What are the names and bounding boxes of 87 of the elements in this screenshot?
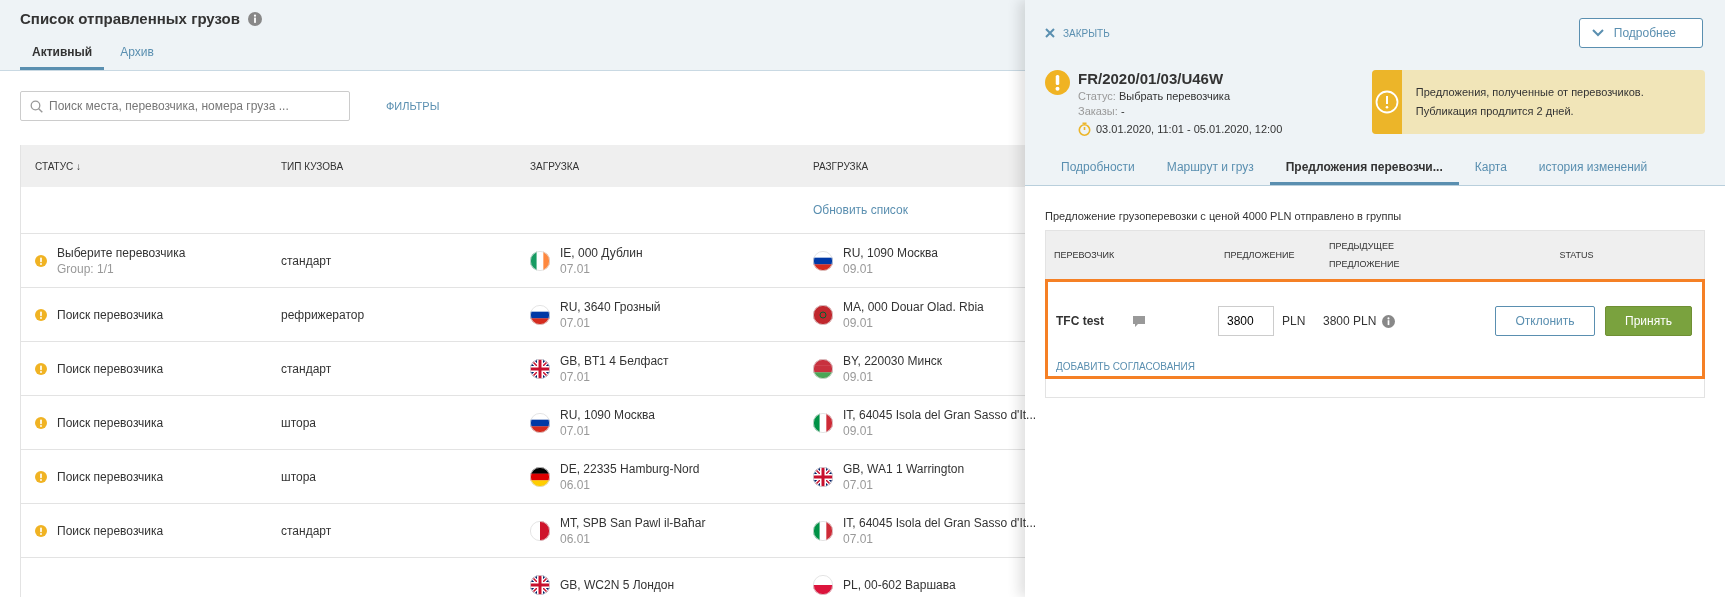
place-text: BY, 220030 Минск bbox=[843, 353, 943, 368]
body-type-text: штора bbox=[281, 469, 316, 484]
page-title: Список отправленных грузов bbox=[20, 10, 240, 27]
date-text: 06.01 bbox=[560, 477, 592, 492]
tab[interactable]: Активный bbox=[20, 45, 105, 70]
warning-icon bbox=[35, 254, 47, 267]
orders-line: Заказы: - bbox=[1078, 105, 1126, 117]
warning-icon bbox=[35, 524, 47, 537]
date-text: 07.01 bbox=[560, 369, 592, 384]
warning-icon bbox=[35, 416, 47, 429]
column-header: РАЗГРУЗКА bbox=[812, 160, 870, 172]
carrier-name: TFC test bbox=[1056, 314, 1104, 328]
date-text: 09.01 bbox=[843, 315, 875, 330]
info-icon bbox=[247, 11, 262, 26]
offer-field[interactable]: 3800 bbox=[1218, 306, 1274, 336]
place-text: PL, 00-602 Варшава bbox=[843, 577, 956, 592]
body-type-text: рефрижератор bbox=[281, 307, 365, 322]
place-text: IE, 000 Дублин bbox=[560, 245, 643, 260]
shipment-id: FR/2020/01/03/U46W bbox=[1078, 70, 1225, 87]
column-header: ПРЕДЛОЖЕНИЕ bbox=[1223, 249, 1296, 262]
place-text: IT, 64045 Isola del Gran Sasso d'It... bbox=[843, 515, 1037, 530]
place-text: GB, BT1 4 Белфаст bbox=[560, 353, 669, 368]
place-text: MT, SPB San Pawl il-Baħar bbox=[560, 515, 706, 530]
tab[interactable]: Маршрут и груз bbox=[1150, 160, 1270, 185]
warning-icon bbox=[35, 308, 47, 321]
place-text: RU, 1090 Москва bbox=[843, 245, 938, 260]
body-type-text: стандарт bbox=[281, 361, 332, 376]
column-header: STATUS bbox=[1558, 249, 1595, 262]
column-header[interactable]: СТАТУС ↓ bbox=[21, 160, 267, 172]
place-text: GB, WC2N 5 Лондон bbox=[560, 577, 675, 592]
search-field[interactable]: Поиск места, перевозчика, номера груза ... bbox=[20, 91, 350, 121]
status-text: Поиск перевозчика bbox=[57, 523, 164, 538]
tab[interactable]: Архив bbox=[108, 45, 166, 70]
previous-offer: 3800 PLN bbox=[1323, 314, 1377, 328]
tab[interactable]: Предложения перевозчи... bbox=[1269, 160, 1459, 185]
status-text: Поиск перевозчика bbox=[57, 415, 164, 430]
group-text: Group: 1/1 bbox=[57, 261, 115, 276]
date-text: 09.01 bbox=[843, 423, 875, 438]
date-text: 07.01 bbox=[560, 423, 592, 438]
place-text: GB, WA1 1 Warrington bbox=[843, 461, 965, 476]
chevron-down-icon bbox=[1591, 29, 1604, 37]
tab[interactable]: Карта bbox=[1458, 160, 1523, 185]
details-button[interactable]: Подробнее bbox=[1578, 18, 1703, 48]
body-type-text: стандарт bbox=[281, 253, 332, 268]
body-type-text: стандарт bbox=[281, 523, 332, 538]
notice-text: Предложения, полученные от перевозчиков. Публикация продлится 2 дней. bbox=[1414, 85, 1645, 119]
reject-button[interactable]: Отклонить bbox=[1495, 306, 1595, 336]
status-text: Поиск перевозчика bbox=[57, 307, 164, 322]
date-text: 07.01 bbox=[560, 261, 592, 276]
currency-text: PLN bbox=[1282, 314, 1306, 328]
place-text: MA, 000 Douar Olad. Rbia bbox=[843, 299, 984, 314]
close-icon bbox=[1045, 28, 1055, 38]
tab[interactable]: история изменений bbox=[1522, 160, 1664, 185]
place-text: RU, 3640 Грозный bbox=[560, 299, 661, 314]
body-type-text: штора bbox=[281, 415, 316, 430]
date-text: 09.01 bbox=[843, 369, 875, 384]
warning-icon bbox=[35, 470, 47, 483]
place-text: DE, 22335 Hamburg-Nord bbox=[560, 461, 700, 476]
column-header: ТИП КУЗОВА bbox=[280, 160, 345, 172]
close-button[interactable]: ЗАКРЫТЬ bbox=[1045, 27, 1110, 39]
status-text: Поиск перевозчика bbox=[57, 361, 164, 376]
tab[interactable]: Подробности bbox=[1045, 160, 1151, 185]
stopwatch-icon bbox=[1078, 122, 1091, 136]
filters-link[interactable]: ФИЛЬТРЫ bbox=[386, 100, 440, 112]
date-text: 07.01 bbox=[843, 477, 875, 492]
date-text: 09.01 bbox=[843, 261, 875, 276]
date-text: 07.01 bbox=[560, 315, 592, 330]
info-text: Предложение грузоперевозки с ценой 4000 PLN отправлено в группы bbox=[1045, 210, 1403, 222]
date-text: 07.01 bbox=[843, 531, 875, 546]
column-header: ЗАГРУЗКА bbox=[529, 160, 581, 172]
status-line: Статус: Выбрать перевозчика bbox=[1078, 90, 1232, 102]
column-header: ПЕРЕВОЗЧИК bbox=[1053, 249, 1116, 262]
date-text: 06.01 bbox=[560, 531, 592, 546]
period-text: 03.01.2020, 11:01 - 05.01.2020, 12:00 bbox=[1096, 123, 1283, 135]
add-agreement-link[interactable]: ДОБАВИТЬ СОГЛАСОВАНИЯ bbox=[1056, 361, 1195, 372]
refresh-link[interactable]: Обновить список bbox=[813, 203, 908, 217]
warning-icon bbox=[35, 362, 47, 375]
info-icon bbox=[1382, 314, 1396, 328]
place-text: IT, 64045 Isola del Gran Sasso d'It... bbox=[843, 407, 1037, 422]
column-header: ПРЕДЫДУЩЕЕ ПРЕДЛОЖЕНИЕ bbox=[1328, 240, 1401, 271]
warning-icon bbox=[1374, 90, 1399, 114]
status-text: Поиск перевозчика bbox=[57, 469, 164, 484]
accept-button[interactable]: Принять bbox=[1605, 306, 1692, 336]
comment-icon bbox=[1132, 314, 1146, 328]
warning-icon bbox=[1045, 70, 1070, 95]
place-text: RU, 1090 Москва bbox=[560, 407, 655, 422]
status-text: Выберите перевозчика bbox=[57, 245, 186, 260]
